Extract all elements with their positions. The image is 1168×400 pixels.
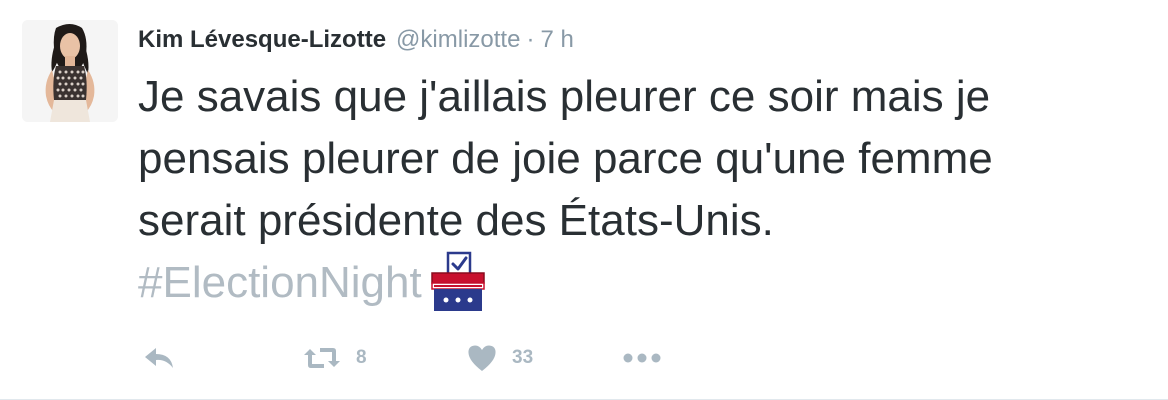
avatar[interactable] xyxy=(22,20,118,122)
tweet-actions: 8 33 xyxy=(138,340,738,376)
tweet: Kim Lévesque-Lizotte @kimlizotte · 7 h J… xyxy=(0,0,1168,400)
reply-icon[interactable] xyxy=(142,343,176,373)
author-handle[interactable]: @kimlizotte xyxy=(396,26,520,54)
reply-button[interactable] xyxy=(142,340,176,376)
retweet-button[interactable]: 8 xyxy=(302,340,367,376)
hashtag-line: #ElectionNight xyxy=(138,251,1148,315)
timestamp[interactable]: 7 h xyxy=(540,26,573,54)
like-button[interactable]: 33 xyxy=(466,340,533,376)
more-button[interactable] xyxy=(622,340,662,376)
retweet-icon[interactable] xyxy=(302,343,342,373)
retweet-count: 8 xyxy=(356,347,367,368)
more-icon[interactable] xyxy=(622,351,662,365)
like-count: 33 xyxy=(512,347,534,368)
tweet-text: Je savais que j'aillais pleurer ce soir … xyxy=(138,66,1148,314)
tweet-text-line: pensais pleurer de joie parce qu'une fem… xyxy=(138,134,993,183)
tweet-header: Kim Lévesque-Lizotte @kimlizotte · 7 h xyxy=(138,26,574,58)
separator-dot: · xyxy=(526,26,535,53)
tweet-text-line: serait présidente des États-Unis. xyxy=(138,196,774,245)
tweet-text-line: Je savais que j'aillais pleurer ce soir … xyxy=(138,72,991,121)
author-name[interactable]: Kim Lévesque-Lizotte xyxy=(138,26,386,54)
hashtag-link[interactable]: #ElectionNight xyxy=(138,252,422,314)
ballot-box-icon xyxy=(426,251,490,315)
heart-icon[interactable] xyxy=(466,343,498,373)
avatar-image xyxy=(22,20,118,122)
